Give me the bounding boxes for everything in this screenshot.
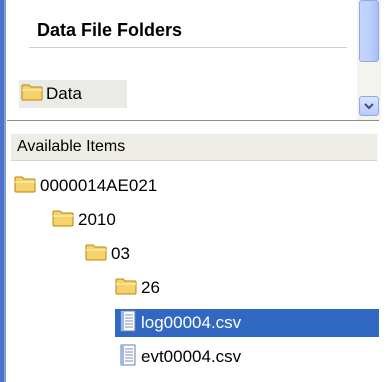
tree-node-label: log00004.csv <box>141 313 242 332</box>
available-items-panel: Available Items 0000014AE021 2010 03 26 … <box>7 122 379 382</box>
tree-node-label: 03 <box>111 244 130 263</box>
csv-file-icon <box>119 344 137 371</box>
tree-folder-26[interactable]: 26 <box>115 274 160 302</box>
tree-file-evt00004[interactable]: evt00004.csv <box>115 343 241 371</box>
folder-icon <box>115 277 137 300</box>
vertical-scrollbar[interactable] <box>357 0 381 120</box>
divider <box>29 47 347 48</box>
available-items-header[interactable]: Available Items <box>11 134 377 161</box>
scrollbar-thumb[interactable] <box>359 0 379 62</box>
tree-file-log00004[interactable]: log00004.csv <box>115 309 379 337</box>
tree-node-label: 26 <box>141 278 160 297</box>
tree-folder-2010[interactable]: 2010 <box>52 206 116 234</box>
tree-folder-0000014AE021[interactable]: 0000014AE021 <box>14 172 157 200</box>
folder-icon <box>52 209 74 232</box>
tree-node-label: evt00004.csv <box>141 347 242 366</box>
window-border <box>0 0 6 382</box>
file-browser-window: Data File Folders Data Available Items 0… <box>0 0 391 382</box>
chevron-down-icon <box>364 97 374 115</box>
csv-file-icon <box>119 310 137 337</box>
panel-title: Data File Folders <box>37 20 183 40</box>
tree-node-label: 2010 <box>78 210 116 229</box>
tree-folder-03[interactable]: 03 <box>85 240 130 268</box>
folder-icon <box>85 243 107 266</box>
data-file-folders-panel: Data File Folders Data <box>7 0 381 121</box>
scroll-down-button[interactable] <box>359 96 379 116</box>
folder-icon <box>21 83 43 106</box>
folder-icon <box>14 175 36 198</box>
tree-node-label: 0000014AE021 <box>40 176 158 195</box>
folder-item-data[interactable]: Data <box>19 80 127 108</box>
folder-label: Data <box>46 84 82 103</box>
column-header-label: Available Items <box>17 138 126 155</box>
